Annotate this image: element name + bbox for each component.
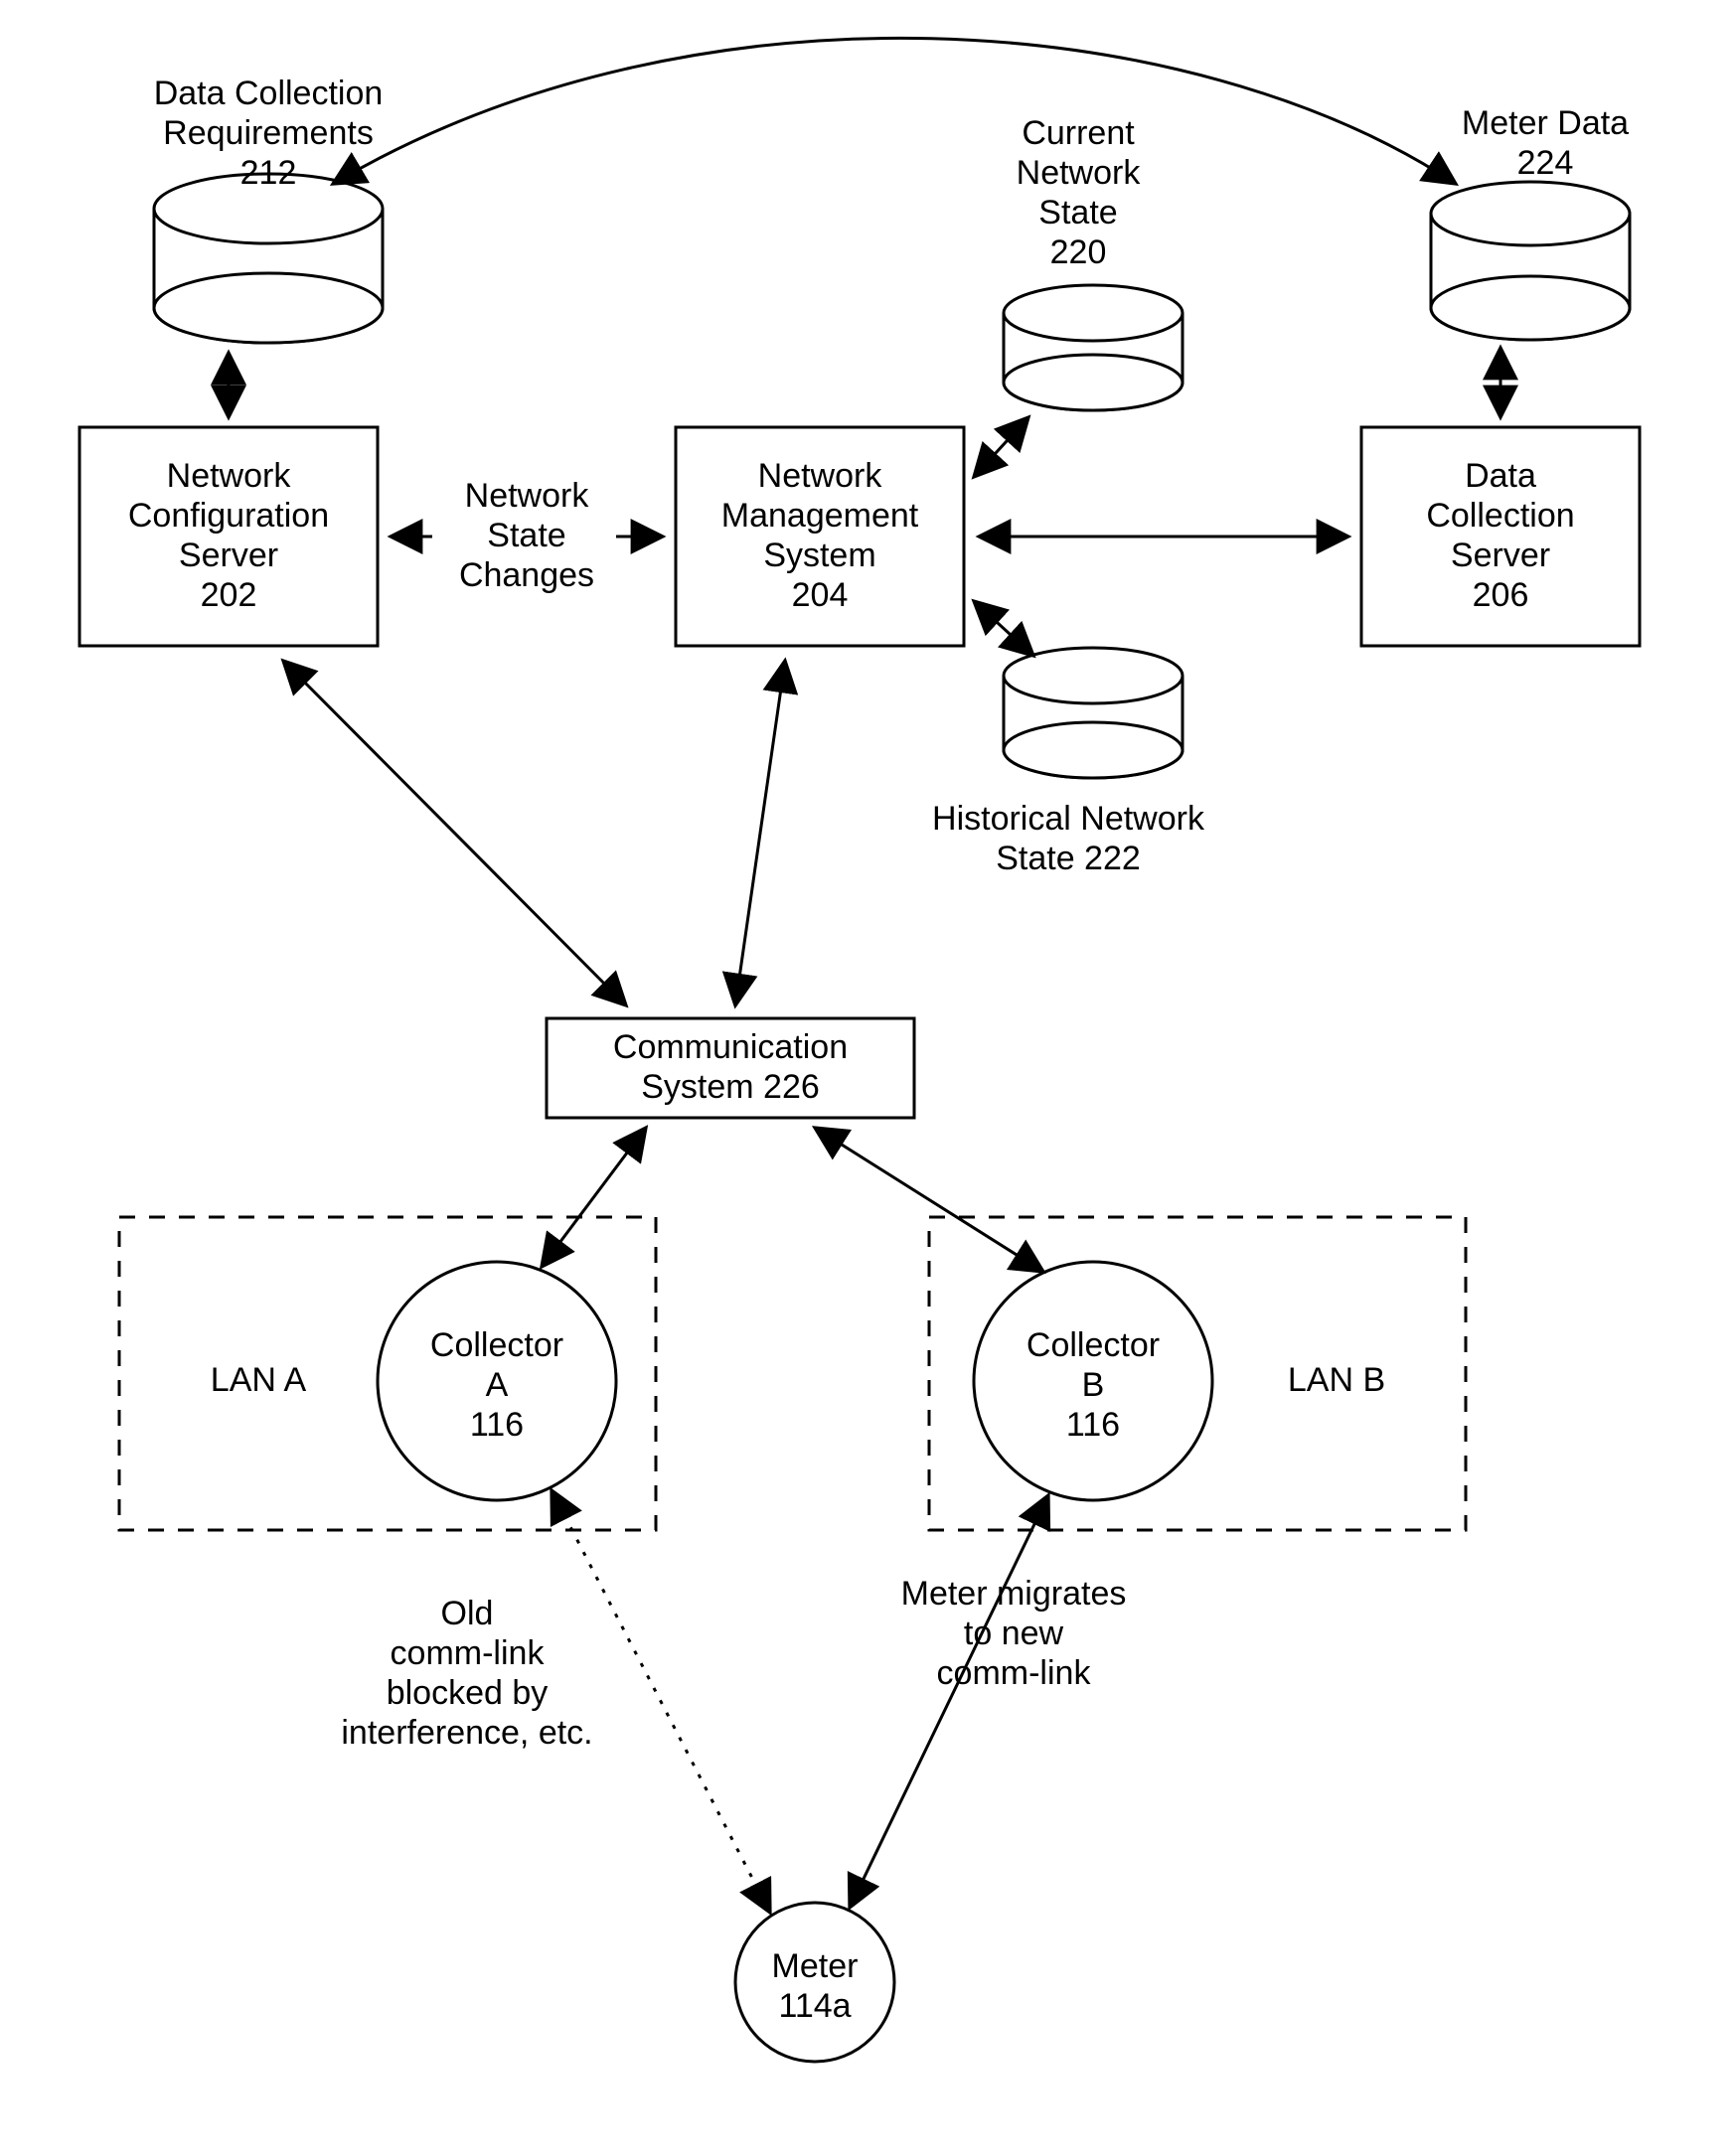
lan-a-label: LAN A	[211, 1361, 307, 1399]
edge-nms-cs	[735, 661, 785, 1005]
colB-label-3: 116	[1066, 1406, 1120, 1444]
dcs-label-2: Collection	[1426, 497, 1574, 535]
lan-b-label: LAN B	[1288, 1361, 1385, 1399]
nms-label-2: Management	[721, 497, 919, 535]
ncs-label-2: Configuration	[128, 497, 329, 535]
colA-label-2: A	[486, 1366, 509, 1404]
dcr-label-1: Data Collection	[154, 75, 384, 112]
hns-label-2: State 222	[996, 840, 1141, 877]
md-label-1: Meter Data	[1462, 104, 1629, 142]
dcs-label-1: Data	[1465, 457, 1536, 495]
mig-label-3: comm-link	[937, 1654, 1092, 1692]
edge-ncs-cs	[283, 661, 626, 1005]
mig-label-1: Meter migrates	[901, 1575, 1127, 1613]
edge-colB-meter	[850, 1495, 1048, 1908]
cylinder-current-network-state: Current Network State 220	[1004, 114, 1183, 410]
dcs-label-3: Server	[1451, 537, 1550, 574]
edge-dcr-md-curve	[333, 38, 1456, 184]
diagram-canvas: Data Collection Requirements 212 Current…	[0, 0, 1736, 2156]
mig-label-2: to new	[964, 1615, 1064, 1652]
old-label-4: interference, etc.	[341, 1714, 592, 1752]
circle-meter: Meter 114a	[735, 1903, 894, 2062]
edge-nms-cns	[974, 417, 1028, 477]
cs-label-2: System 226	[641, 1068, 820, 1106]
dcs-label-4: 206	[1473, 576, 1529, 614]
nsc-label-3: Changes	[459, 556, 594, 594]
colA-label-3: 116	[470, 1406, 524, 1444]
ncs-label-3: Server	[179, 537, 278, 574]
meter-label-1: Meter	[772, 1947, 859, 1985]
md-label-2: 224	[1517, 144, 1574, 182]
nms-label-1: Network	[758, 457, 883, 495]
circle-collector-b: Collector B 116	[974, 1262, 1212, 1500]
cs-label-1: Communication	[613, 1028, 848, 1066]
edge-cs-colB	[815, 1128, 1043, 1272]
colB-label-1: Collector	[1026, 1326, 1160, 1364]
dcr-label-3: 212	[240, 154, 297, 192]
box-network-management-system: Network Management System 204	[676, 427, 964, 646]
colA-label-1: Collector	[430, 1326, 563, 1364]
edge-cs-colA	[542, 1128, 646, 1267]
ncs-label-1: Network	[167, 457, 292, 495]
box-communication-system: Communication System 226	[547, 1018, 914, 1118]
cns-label-1: Current	[1022, 114, 1135, 152]
old-label-3: blocked by	[387, 1674, 549, 1712]
nsc-label-2: State	[487, 517, 565, 554]
hns-label-1: Historical Network	[932, 800, 1205, 838]
edge-nms-hns	[974, 601, 1033, 656]
nms-label-3: System	[763, 537, 875, 574]
cylinder-meter-data: Meter Data 224	[1431, 104, 1630, 340]
ncs-label-4: 202	[201, 576, 257, 614]
colB-label-2: B	[1082, 1366, 1105, 1404]
edge-colA-meter-dotted	[552, 1490, 770, 1913]
meter-label-2: 114a	[778, 1987, 851, 2025]
nms-label-4: 204	[792, 576, 849, 614]
cylinder-historical-network-state: Historical Network State 222	[932, 648, 1205, 877]
box-data-collection-server: Data Collection Server 206	[1361, 427, 1640, 646]
dcr-label-2: Requirements	[163, 114, 374, 152]
cns-label-4: 220	[1050, 233, 1107, 271]
circle-collector-a: Collector A 116	[378, 1262, 616, 1500]
cylinder-data-collection-requirements: Data Collection Requirements 212	[154, 75, 384, 343]
old-label-1: Old	[441, 1595, 494, 1632]
box-network-configuration-server: Network Configuration Server 202	[79, 427, 378, 646]
cns-label-3: State	[1038, 194, 1117, 231]
nsc-label-1: Network	[465, 477, 590, 515]
cns-label-2: Network	[1017, 154, 1142, 192]
old-label-2: comm-link	[391, 1634, 546, 1672]
